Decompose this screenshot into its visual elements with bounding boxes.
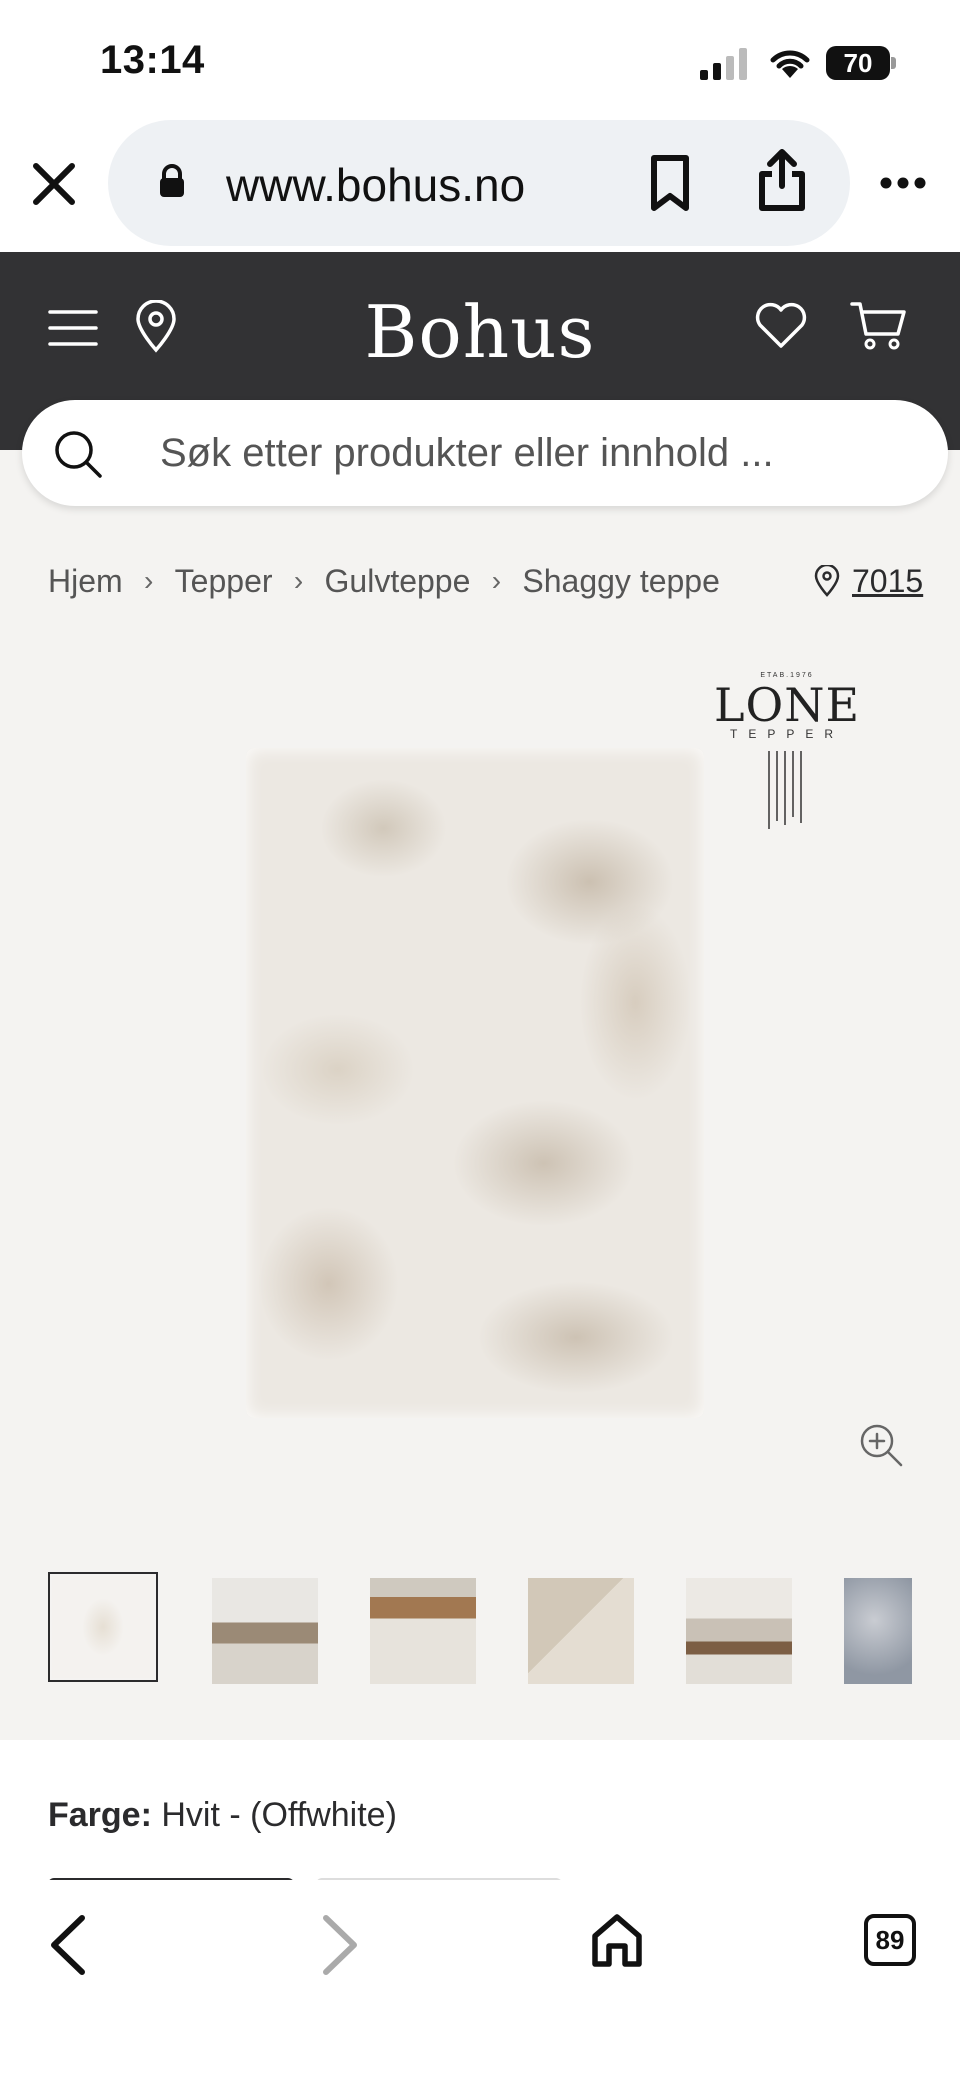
bookmark-icon[interactable] xyxy=(648,154,692,212)
cart-icon[interactable] xyxy=(850,300,908,352)
status-bar: 13:14 70 xyxy=(0,0,960,120)
close-icon[interactable] xyxy=(28,158,80,210)
thumbnail-strip xyxy=(48,1572,912,1692)
site-logo[interactable]: Bohus xyxy=(0,290,960,374)
battery-indicator: 70 xyxy=(826,46,896,80)
address-bar[interactable]: www.bohus.no xyxy=(108,120,850,246)
color-selection: Farge: Hvit - (Offwhite) xyxy=(48,1796,397,1835)
color-section: Farge: Hvit - (Offwhite) xyxy=(0,1740,960,1888)
url-text[interactable]: www.bohus.no xyxy=(226,158,525,212)
breadcrumb-item-gulvteppe[interactable]: Gulvteppe xyxy=(325,563,471,600)
lock-icon xyxy=(160,164,184,197)
browser-toolbar: 89 xyxy=(0,1880,960,2078)
heart-icon[interactable] xyxy=(754,302,808,350)
forward-icon[interactable] xyxy=(318,1914,362,1976)
chevron-right-icon: › xyxy=(491,565,502,596)
back-icon[interactable] xyxy=(46,1914,90,1976)
share-icon[interactable] xyxy=(756,148,808,212)
breadcrumb-item-hjem[interactable]: Hjem xyxy=(48,563,123,600)
color-value: Hvit - (Offwhite) xyxy=(161,1796,397,1834)
browser-url-row: www.bohus.no xyxy=(0,120,960,252)
search-input[interactable] xyxy=(160,426,920,480)
brand-logo: ETAB.1976 LONE TEPPER xyxy=(712,672,862,836)
store-selector[interactable]: 7015 xyxy=(814,556,923,606)
chevron-right-icon: › xyxy=(293,565,304,596)
thumbnail-4[interactable] xyxy=(526,1576,636,1686)
zoom-in-icon[interactable] xyxy=(858,1422,904,1468)
search-icon xyxy=(55,431,102,478)
product-image[interactable] xyxy=(246,748,704,1418)
thumbnail-5[interactable] xyxy=(684,1576,794,1686)
thumbnail-2[interactable] xyxy=(210,1576,320,1686)
chevron-right-icon: › xyxy=(144,565,154,596)
thumbnail-6[interactable] xyxy=(842,1576,912,1686)
breadcrumb-item-shaggy-teppe[interactable]: Shaggy teppe xyxy=(522,563,720,600)
breadcrumb: Hjem › Tepper › Gulvteppe › Shaggy teppe xyxy=(48,556,720,606)
store-code[interactable]: 7015 xyxy=(852,563,923,600)
home-icon[interactable] xyxy=(590,1912,644,1970)
cellular-signal-icon xyxy=(700,48,747,80)
brand-lines-graphic xyxy=(768,751,802,829)
thumbnail-3[interactable] xyxy=(368,1576,478,1686)
battery-level: 70 xyxy=(826,46,890,80)
location-pin-icon xyxy=(814,565,840,597)
brand-subtitle: TEPPER xyxy=(729,727,844,741)
status-time: 13:14 xyxy=(100,38,205,82)
breadcrumb-item-tepper[interactable]: Tepper xyxy=(175,563,273,600)
more-icon[interactable] xyxy=(880,176,926,190)
brand-name: LONE xyxy=(713,678,861,732)
color-label: Farge: xyxy=(48,1796,152,1834)
wifi-icon xyxy=(770,50,810,78)
thumbnail-1[interactable] xyxy=(48,1572,158,1682)
search-bar[interactable] xyxy=(22,400,948,506)
tabs-icon[interactable]: 89 xyxy=(864,1914,916,1966)
